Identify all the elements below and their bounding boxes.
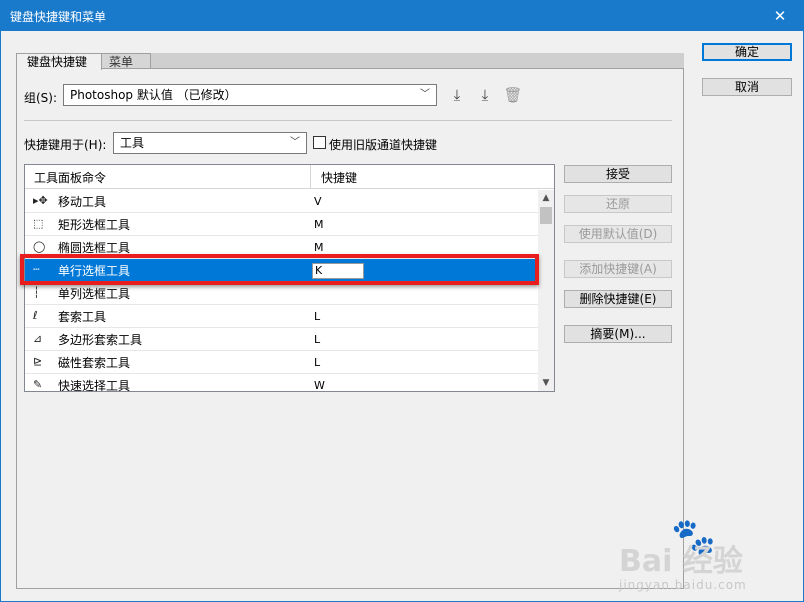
- tab-keyboard-shortcuts[interactable]: 键盘快捷键: [16, 53, 102, 70]
- table-scrollbar[interactable]: ▲ ▼: [538, 190, 554, 391]
- close-icon[interactable]: ✕: [757, 1, 803, 31]
- use-default-button[interactable]: 使用默认值(D): [564, 225, 672, 243]
- command-name: 磁性套索工具: [58, 356, 131, 370]
- cancel-button[interactable]: 取消: [702, 78, 792, 96]
- save-set-icon[interactable]: ⤓: [447, 85, 467, 105]
- shortcuts-for-value: 工具: [120, 136, 145, 150]
- delete-set-icon[interactable]: 🗑: [503, 85, 523, 105]
- command-name: 椭圆选框工具: [58, 241, 131, 255]
- restore-button[interactable]: 还原: [564, 195, 672, 213]
- scroll-up-icon[interactable]: ▲: [538, 190, 554, 206]
- tab-menus[interactable]: 菜单: [101, 53, 151, 69]
- table-row[interactable]: ◯ 椭圆选框工具 M: [25, 236, 538, 259]
- column-header-command[interactable]: 工具面板命令: [34, 169, 106, 186]
- shortcut-key: M: [314, 241, 324, 254]
- table-row[interactable]: ⊵ 磁性套索工具 L: [25, 351, 538, 374]
- window-title: 键盘快捷键和菜单: [10, 10, 107, 24]
- shortcut-key: V: [314, 195, 322, 208]
- command-name: 套索工具: [58, 310, 107, 324]
- column-divider[interactable]: [310, 165, 311, 189]
- table-row[interactable]: ✎ 快速选择工具 W: [25, 374, 538, 392]
- magnetic-lasso-icon: ⊵: [33, 355, 43, 368]
- shortcut-key: M: [314, 218, 324, 231]
- quick-selection-icon: ✎: [33, 378, 43, 391]
- shortcut-key: L: [314, 356, 321, 369]
- table-row[interactable]: ┆ 单列选框工具: [25, 282, 538, 305]
- summarize-button[interactable]: 摘要(M)...: [564, 325, 672, 343]
- watermark: 🐾 Bai 经验 jingyan.baidu.com: [613, 516, 783, 596]
- group-select[interactable]: Photoshop 默认值 （已修改） ﹀: [63, 84, 437, 106]
- group-select-value: Photoshop 默认值 （已修改）: [70, 88, 237, 102]
- shortcut-key: L: [314, 310, 321, 323]
- delete-shortcut-button[interactable]: 删除快捷键(E): [564, 290, 672, 308]
- shortcut-key: W: [314, 379, 325, 392]
- single-row-marquee-icon: ┄: [33, 263, 40, 276]
- shortcuts-for-label: 快捷键用于(H):: [24, 138, 107, 152]
- table-row[interactable]: ⬚ 矩形选框工具 M: [25, 213, 538, 236]
- title-bar: 键盘快捷键和菜单 ✕: [1, 1, 803, 31]
- group-label: 组(S):: [24, 91, 58, 105]
- watermark-url: jingyan.baidu.com: [619, 578, 747, 592]
- table-header: 工具面板命令 快捷键: [25, 165, 554, 189]
- table-row[interactable]: ℓ 套索工具 L: [25, 305, 538, 328]
- accept-button[interactable]: 接受: [564, 165, 672, 183]
- single-column-marquee-icon: ┆: [33, 286, 40, 299]
- shortcuts-table: 工具面板命令 快捷键 ▸✥ 移动工具 V ⬚ 矩形选框工具 M ◯ 椭圆选框工具…: [24, 164, 555, 392]
- table-row-selected[interactable]: ┄ 单行选框工具 K: [25, 259, 538, 282]
- elliptical-marquee-icon: ◯: [33, 240, 46, 253]
- dialog-window: 键盘快捷键和菜单 ✕ 键盘快捷键 菜单 组(S): Photoshop 默认值 …: [0, 0, 804, 602]
- command-name: 移动工具: [58, 195, 107, 209]
- move-tool-icon: ▸✥: [33, 194, 48, 207]
- lasso-icon: ℓ: [33, 309, 38, 322]
- shortcut-key: L: [314, 333, 321, 346]
- command-name: 矩形选框工具: [58, 218, 131, 232]
- shortcuts-for-select[interactable]: 工具 ﹀: [113, 132, 307, 154]
- table-row[interactable]: ⊿ 多边形套索工具 L: [25, 328, 538, 351]
- command-name: 快速选择工具: [58, 379, 131, 392]
- scroll-thumb[interactable]: [540, 207, 552, 224]
- separator: [24, 120, 672, 121]
- chevron-down-icon: ﹀: [420, 89, 430, 100]
- chevron-down-icon: ﹀: [290, 137, 300, 148]
- command-name: 多边形套索工具: [58, 333, 143, 347]
- ok-button[interactable]: 确定: [702, 43, 792, 61]
- legacy-channel-shortcuts-label: 使用旧版通道快捷键: [329, 138, 438, 152]
- scroll-down-icon[interactable]: ▼: [538, 375, 554, 391]
- watermark-brand: Bai 经验: [619, 544, 743, 579]
- add-shortcut-button[interactable]: 添加快捷键(A): [564, 260, 672, 278]
- save-set-as-icon[interactable]: ⤓: [475, 85, 495, 105]
- command-name: 单列选框工具: [58, 287, 131, 301]
- polygonal-lasso-icon: ⊿: [33, 332, 43, 345]
- legacy-channel-shortcuts-checkbox[interactable]: [313, 136, 326, 149]
- table-row[interactable]: ▸✥ 移动工具 V: [25, 190, 538, 213]
- rectangular-marquee-icon: ⬚: [33, 217, 44, 230]
- shortcut-key-input[interactable]: K: [312, 263, 364, 279]
- column-header-shortcut[interactable]: 快捷键: [321, 169, 357, 186]
- command-name: 单行选框工具: [58, 264, 131, 278]
